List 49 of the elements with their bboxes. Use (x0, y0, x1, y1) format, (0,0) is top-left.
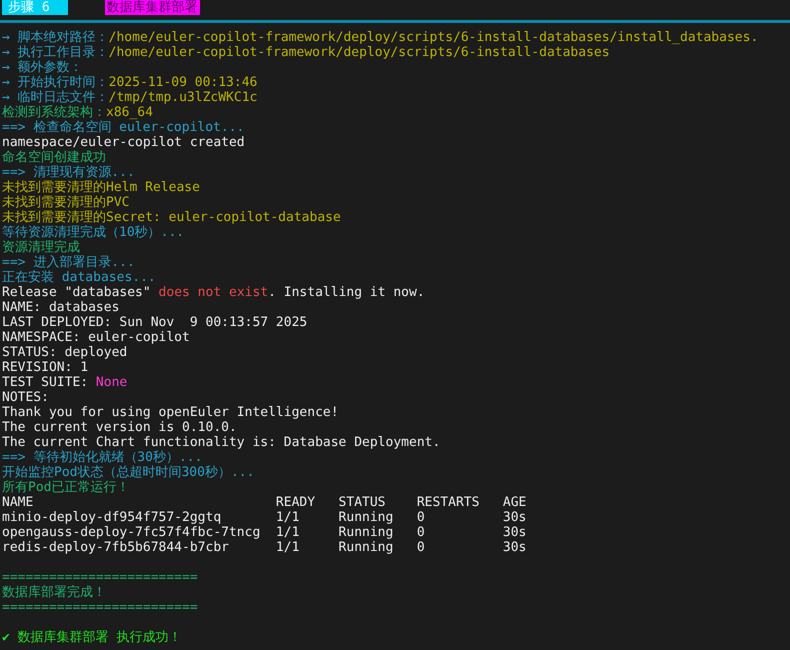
terminal-text: 未找到需要清理的PVC (2, 195, 130, 210)
terminal-text: opengauss-deploy-7fc57f4fbc-7tncg 1/1 Running 0 30s (2, 525, 526, 540)
terminal-text: 所有Pod已正常运行！ (2, 480, 130, 495)
terminal-text: STATUS: deployed (2, 345, 128, 360)
terminal-text: NOTES: (2, 390, 49, 405)
terminal-text: → 开始执行时间： (2, 75, 109, 90)
terminal-text: → 脚本绝对路径： (2, 30, 109, 45)
step-badge: 步骤 6 (2, 0, 68, 15)
terminal-text: 数据库部署完成！ (2, 585, 106, 600)
terminal-text: 正在安装 databases... (2, 270, 156, 285)
terminal-text: ==> 进入部署目录... (2, 255, 135, 270)
terminal-text: /tmp/tmp.u3lZcWKC1c (108, 90, 258, 105)
terminal-text: 资源清理完成 (2, 240, 80, 255)
terminal-text: NAMESPACE: euler-copilot (2, 330, 190, 345)
terminal-text: 等待资源清理完成（10秒）... (2, 225, 184, 240)
terminal-text: → 额外参数： (2, 60, 83, 75)
terminal-text: 开始监控Pod状态（总超时时间300秒）... (2, 465, 254, 480)
terminal-text: ========================= (2, 570, 198, 585)
terminal-text: minio-deploy-df954f757-2ggtq 1/1 Running 0 30s (2, 510, 526, 525)
step-title: 数据库集群部署 (104, 0, 200, 15)
terminal-text: ==> 检查命名空间 euler-copilot... (2, 120, 244, 135)
terminal-text: 检测到系统架构： (2, 105, 106, 120)
terminal-text: LAST DEPLOYED: Sun Nov 9 00:13:57 2025 (2, 315, 308, 330)
terminal-text: None (96, 375, 128, 390)
terminal-text: The current Chart functionality is: Database Deployment. (2, 435, 440, 450)
terminal-text: NAME: databases (2, 300, 120, 315)
terminal-text: REVISION: 1 (2, 360, 88, 375)
terminal-text: → 执行工作目录： (2, 45, 109, 60)
terminal-text: /home/euler-copilot-framework/deploy/scripts/6-install-databases/install_databases. (108, 30, 758, 45)
terminal-text: ========================= (2, 600, 198, 615)
terminal-text: TEST SUITE: (2, 375, 90, 390)
terminal-text: → 临时日志文件： (2, 90, 109, 105)
terminal-text: x86_64 (106, 105, 153, 120)
terminal-text: ✔ 数据库集群部署 执行成功！ (2, 630, 182, 645)
terminal-text: ==> 清理现有资源... (2, 165, 135, 180)
terminal-text: Release "databases" (2, 285, 152, 300)
terminal-text: NAME READY STATUS RESTARTS AGE (2, 495, 526, 510)
terminal-text: The current version is 0.10.0. (2, 420, 237, 435)
terminal-text: 命名空间创建成功 (2, 150, 106, 165)
terminal-text: ==> 等待初始化就绪（30秒）... (2, 450, 202, 465)
terminal-text: /home/euler-copilot-framework/deploy/scripts/6-install-databases (108, 45, 610, 60)
terminal-text: 未找到需要清理的Helm Release (2, 180, 200, 195)
terminal-text: Thank you for using openEuler Intelligence! (2, 405, 339, 420)
terminal-text: 未找到需要清理的Secret: euler-copilot-database (2, 210, 341, 225)
terminal-text: does not exist (158, 285, 268, 300)
terminal-text: 2025-11-09 00:13:46 (108, 75, 258, 90)
terminal-text: redis-deploy-7fb5b67844-b7cbr 1/1 Running 0 30s (2, 540, 526, 555)
terminal-text: namespace/euler-copilot created (2, 135, 245, 150)
terminal-text: . Installing it now. (268, 285, 425, 300)
